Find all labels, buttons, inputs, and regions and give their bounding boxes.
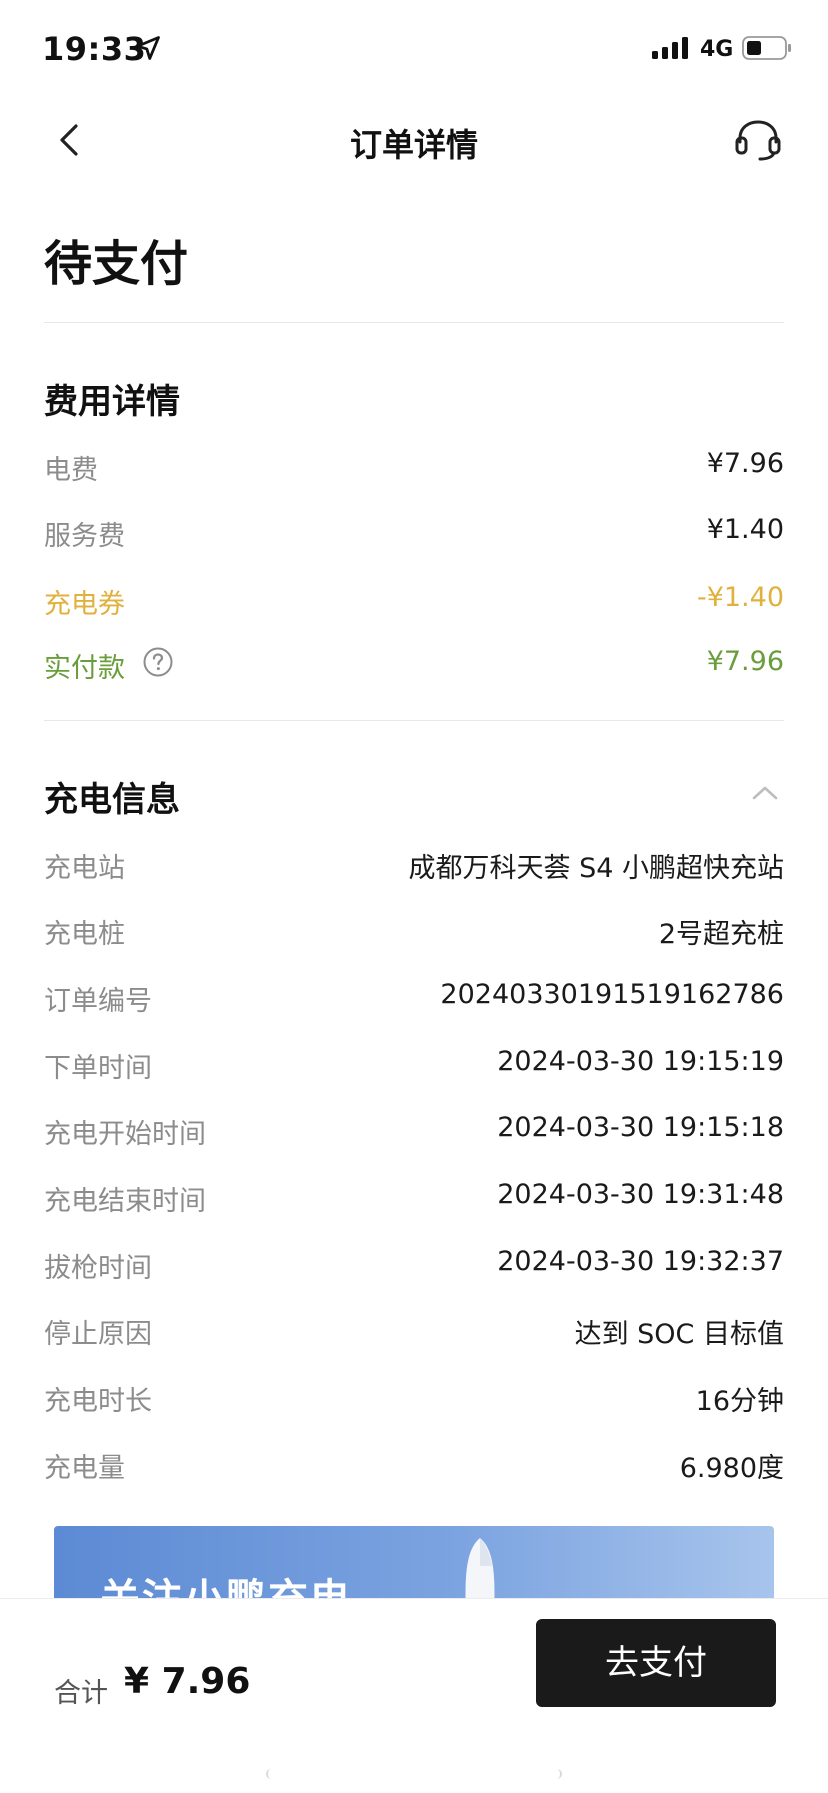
- charge-row-station: 充电站 成都万科天荟 S4 小鹏超快充站: [44, 842, 784, 884]
- fee-section-title: 费用详情: [44, 382, 180, 422]
- status-bar: 19:33 4G: [0, 0, 828, 96]
- charge-row-value: 成都万科天荟 S4 小鹏超快充站: [408, 853, 784, 884]
- status-time: 19:33: [42, 30, 147, 68]
- charge-row-value: 6.980度: [679, 1453, 784, 1484]
- charge-row-label: 停止原因: [44, 1319, 152, 1350]
- fee-row-label: 实付款: [44, 653, 125, 684]
- charge-row-value: 2号超充桩: [658, 919, 784, 950]
- charge-row-label: 充电开始时间: [44, 1119, 206, 1150]
- order-status-title: 待支付: [44, 236, 189, 292]
- charge-row-label: 充电结束时间: [44, 1186, 206, 1217]
- charge-row-value: 达到 SOC 目标值: [574, 1319, 784, 1350]
- charge-row-start-time: 充电开始时间 2024-03-30 19:15:18: [44, 1108, 784, 1150]
- home-indicator: [266, 1769, 562, 1779]
- collapse-button[interactable]: [746, 776, 784, 810]
- fee-row-value: ¥7.96: [706, 448, 784, 479]
- fee-row-electricity: 电费 ¥7.96: [44, 444, 784, 486]
- charge-row-value: 2024-03-30 19:15:19: [497, 1046, 784, 1077]
- divider: [44, 720, 784, 721]
- charge-row-end-time: 充电结束时间 2024-03-30 19:31:48: [44, 1175, 784, 1217]
- fee-row-paid: 实付款 ¥7.96: [44, 642, 784, 684]
- charge-row-order-time: 下单时间 2024-03-30 19:15:19: [44, 1042, 784, 1084]
- total-amount: ¥ 7.96: [124, 1661, 251, 1702]
- charge-row-label: 充电时长: [44, 1386, 152, 1417]
- promo-banner[interactable]: 关注小鹏充电: [54, 1526, 774, 1600]
- charge-row-order-number: 订单编号 20240330191519162786: [44, 975, 784, 1017]
- charge-row-label: 充电桩: [44, 919, 125, 950]
- charge-row-label: 充电量: [44, 1453, 125, 1484]
- charge-row-unplug-time: 拔枪时间 2024-03-30 19:32:37: [44, 1242, 784, 1284]
- charge-row-energy: 充电量 6.980度: [44, 1442, 784, 1484]
- total-label: 合计: [54, 1678, 108, 1709]
- fee-row-service: 服务费 ¥1.40: [44, 510, 784, 552]
- charge-row-value: 2024-03-30 19:31:48: [497, 1179, 784, 1210]
- help-icon[interactable]: [142, 646, 174, 678]
- charge-section-title: 充电信息: [44, 780, 180, 820]
- divider: [44, 322, 784, 323]
- network-label: 4G: [700, 37, 734, 62]
- charge-row-label: 订单编号: [44, 986, 152, 1017]
- charge-row-label: 拔枪时间: [44, 1253, 152, 1284]
- bottom-bar: 合计 ¥ 7.96 去支付: [0, 1598, 828, 1793]
- rocket-illustration: [465, 1538, 495, 1600]
- charge-row-value: 2024-03-30 19:32:37: [497, 1246, 784, 1277]
- charge-row-label: 充电站: [44, 853, 125, 884]
- fee-row-value: ¥1.40: [706, 514, 784, 545]
- nav-header: 订单详情: [0, 96, 828, 184]
- fee-row-value: -¥1.40: [696, 582, 784, 613]
- charge-row-duration: 充电时长 16分钟: [44, 1375, 784, 1417]
- signal-icon: [652, 37, 688, 59]
- charge-row-label: 下单时间: [44, 1053, 152, 1084]
- charge-row-pile: 充电桩 2号超充桩: [44, 908, 784, 950]
- fee-row-label: 充电券: [44, 589, 125, 620]
- fee-row-label: 电费: [44, 455, 98, 486]
- charge-row-value: 16分钟: [695, 1386, 784, 1417]
- headset-icon: [735, 120, 781, 161]
- fee-row-value: ¥7.96: [706, 646, 784, 677]
- customer-service-button[interactable]: [730, 114, 786, 166]
- page-title: 订单详情: [349, 126, 478, 164]
- charge-row-stop-reason: 停止原因 达到 SOC 目标值: [44, 1308, 784, 1350]
- charge-row-value: 2024-03-30 19:15:18: [497, 1112, 784, 1143]
- location-arrow-icon: [136, 36, 160, 60]
- banner-text: 关注小鹏充电: [100, 1576, 352, 1600]
- fee-row-coupon: 充电券 -¥1.40: [44, 578, 784, 620]
- charge-row-value: 20240330191519162786: [440, 979, 784, 1010]
- fee-row-label: 服务费: [44, 521, 125, 552]
- battery-icon: [742, 36, 791, 60]
- pay-button[interactable]: 去支付: [536, 1619, 776, 1707]
- chevron-up-icon: [752, 786, 778, 800]
